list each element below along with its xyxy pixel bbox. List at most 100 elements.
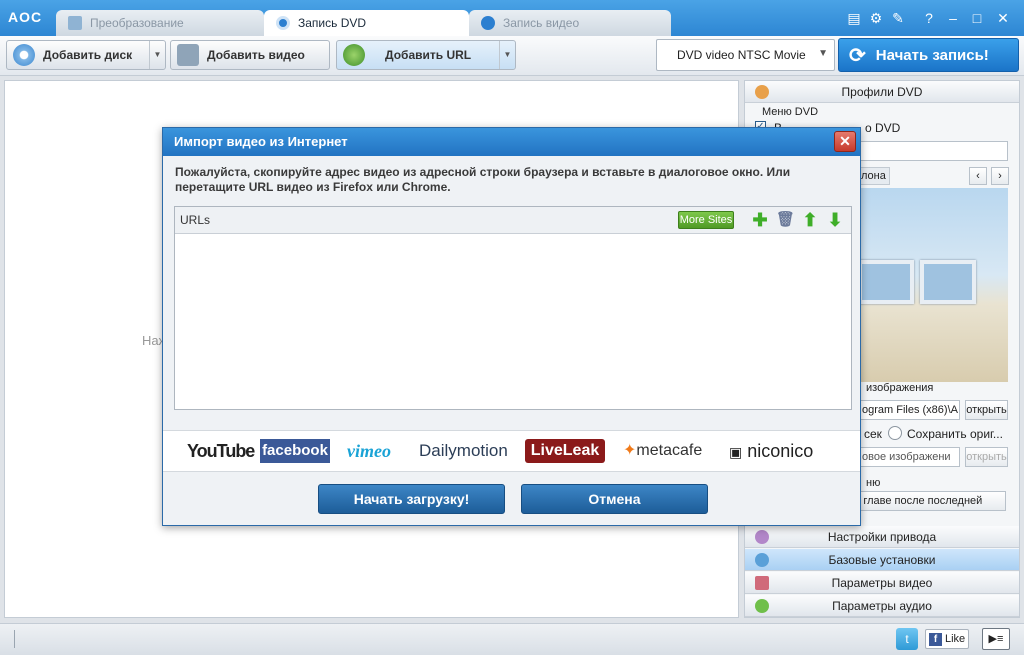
vimeo-logo: vimeo — [347, 441, 391, 461]
import-url-dialog: Импорт видео из Интернет ✕ Пожалуйста, с… — [162, 127, 861, 526]
globe-icon — [343, 44, 365, 66]
start-download-button[interactable]: Начать загрузку! — [318, 484, 505, 514]
chevron-down-icon[interactable]: ▼ — [499, 41, 515, 69]
audio-params-header[interactable]: Параметры аудио — [745, 595, 1019, 617]
drive-settings-label: Настройки привода — [827, 530, 937, 544]
add-disc-button[interactable]: Добавить диск ▼ — [6, 40, 166, 70]
image-path-field[interactable]: ogram Files (x86)\A — [858, 400, 960, 420]
refresh-icon: ⟳ — [849, 44, 866, 67]
more-sites-button[interactable]: More Sites — [678, 211, 734, 229]
niconico-logo-text: niconico — [747, 441, 814, 461]
like-label: Like — [945, 633, 966, 645]
dvd-menu-group-label: Меню DVD — [762, 106, 819, 118]
add-video-button[interactable]: Добавить видео — [170, 40, 330, 70]
basic-settings-label: Базовые установки — [828, 553, 936, 567]
supported-sites-logos: YouTube facebook vimeo Dailymotion LiveL… — [163, 430, 860, 472]
wrench-icon[interactable]: ✎ — [889, 9, 907, 27]
film-icon — [177, 44, 199, 66]
keep-original-radio[interactable] — [888, 426, 902, 440]
menu-title-input[interactable] — [858, 141, 1008, 161]
liveleak-logo: LiveLeak — [525, 439, 605, 463]
format-value: DVD video NTSC Movie — [677, 48, 806, 62]
add-url-icon[interactable]: ✚ — [751, 210, 769, 230]
toolbar: Добавить диск ▼ Добавить видео Добавить … — [0, 36, 1024, 76]
urls-column-header: URLs — [180, 213, 211, 227]
settings-icon — [755, 553, 769, 567]
start-record-button[interactable]: ⟳ Начать запись! — [838, 38, 1019, 72]
tab-label: Преобразование — [90, 16, 184, 30]
status-bar: t f Like ▶≡ — [0, 623, 1024, 655]
facebook-logo: facebook — [260, 439, 330, 463]
arrow-down-icon[interactable]: ⬇ — [826, 210, 844, 230]
new-image-field[interactable]: овое изображени — [858, 447, 960, 467]
chevron-down-icon[interactable]: ▼ — [149, 41, 165, 69]
video-params-header[interactable]: Параметры видео — [745, 572, 1019, 594]
audio-params-label: Параметры аудио — [832, 599, 932, 613]
basic-settings-header[interactable]: Базовые установки — [745, 549, 1019, 571]
add-disc-label: Добавить диск — [43, 48, 133, 62]
maximize-icon[interactable]: □ — [968, 9, 986, 27]
prev-template-button[interactable]: ‹ — [969, 167, 987, 185]
twitter-icon[interactable]: t — [896, 628, 918, 650]
disc-icon — [276, 16, 290, 30]
title-bar: AOC Преобразование Запись DVD Запись вид… — [0, 0, 1024, 36]
gear-icon[interactable]: ⚙ — [867, 9, 885, 27]
tab-dvd-burn[interactable]: Запись DVD — [264, 10, 469, 36]
help-icon[interactable]: ? — [920, 9, 938, 27]
keep-original-label: Сохранить ориг... — [907, 427, 1003, 441]
niconico-logo: ▣ niconico — [729, 439, 813, 463]
audio-icon — [755, 599, 769, 613]
status-divider — [14, 630, 15, 648]
disc-icon — [13, 44, 35, 66]
close-icon[interactable]: ✕ — [834, 131, 856, 152]
facebook-icon: f — [929, 632, 942, 646]
video-icon — [755, 576, 769, 590]
youtube-logo-text: YouTube — [187, 441, 255, 461]
dvd-profiles-label: Профили DVD — [841, 85, 923, 99]
arrow-up-icon[interactable]: ⬆ — [801, 210, 819, 230]
url-list[interactable]: URLs More Sites ✚ 🗑 ⬆ ⬇ — [174, 206, 852, 410]
dvd-menu-check-label-end: о DVD — [865, 121, 901, 135]
open-image-button[interactable]: открыть — [965, 400, 1008, 420]
drive-settings-header[interactable]: Настройки привода — [745, 526, 1019, 548]
dvd-profiles-header[interactable]: Профили DVD — [745, 81, 1019, 103]
image-group-label: изображения — [866, 382, 934, 394]
dailymotion-logo: Dailymotion — [419, 441, 508, 460]
trash-icon[interactable]: 🗑 — [776, 210, 795, 230]
chapter-group-label: ню — [866, 477, 881, 489]
tab-video-record[interactable]: Запись видео — [469, 10, 671, 36]
tab-label: Запись DVD — [298, 16, 367, 30]
tab-template[interactable]: лона — [858, 167, 890, 185]
dialog-title: Импорт видео из Интернет — [163, 128, 860, 156]
url-list-header: URLs More Sites ✚ 🗑 ⬆ ⬇ — [175, 207, 851, 234]
add-url-button[interactable]: Добавить URL ▼ — [336, 40, 516, 70]
tab-label: Запись видео — [503, 16, 580, 30]
next-template-button[interactable]: › — [991, 167, 1009, 185]
youtube-logo: YouTube — [187, 439, 255, 463]
cancel-button[interactable]: Отмена — [521, 484, 708, 514]
menu-template-preview — [858, 188, 1008, 382]
seconds-label: сек — [864, 427, 882, 441]
add-url-label: Добавить URL — [385, 48, 472, 62]
drive-icon — [755, 530, 769, 544]
facebook-like-button[interactable]: f Like — [925, 629, 969, 649]
preview-frame — [920, 260, 976, 304]
open-new-image-button[interactable]: открыть — [965, 447, 1008, 467]
output-format-select[interactable]: DVD video NTSC Movie ▼ — [656, 39, 835, 71]
metacafe-icon: ✦ — [623, 442, 637, 459]
dialog-footer: Начать загрузку! Отмена — [163, 472, 860, 525]
play-icon — [481, 16, 495, 30]
minimize-icon[interactable]: – — [944, 9, 962, 27]
close-icon[interactable]: ✕ — [994, 9, 1012, 27]
chevron-down-icon: ▼ — [818, 48, 828, 59]
app-logo: AOC — [8, 9, 43, 25]
chapter-behavior-select[interactable]: ой главе после последней — [844, 491, 1006, 511]
profile-icon — [755, 85, 769, 99]
log-toggle-icon[interactable]: ▶≡ — [982, 628, 1010, 650]
tv-icon: ▣ — [729, 444, 743, 460]
preview-frame — [858, 260, 914, 304]
dialog-body: Пожалуйста, скопируйте адрес видео из ад… — [163, 156, 860, 430]
tab-convert[interactable]: Преобразование — [56, 10, 264, 36]
menu-icon[interactable]: ▤ — [845, 9, 863, 27]
video-params-label: Параметры видео — [831, 576, 933, 590]
